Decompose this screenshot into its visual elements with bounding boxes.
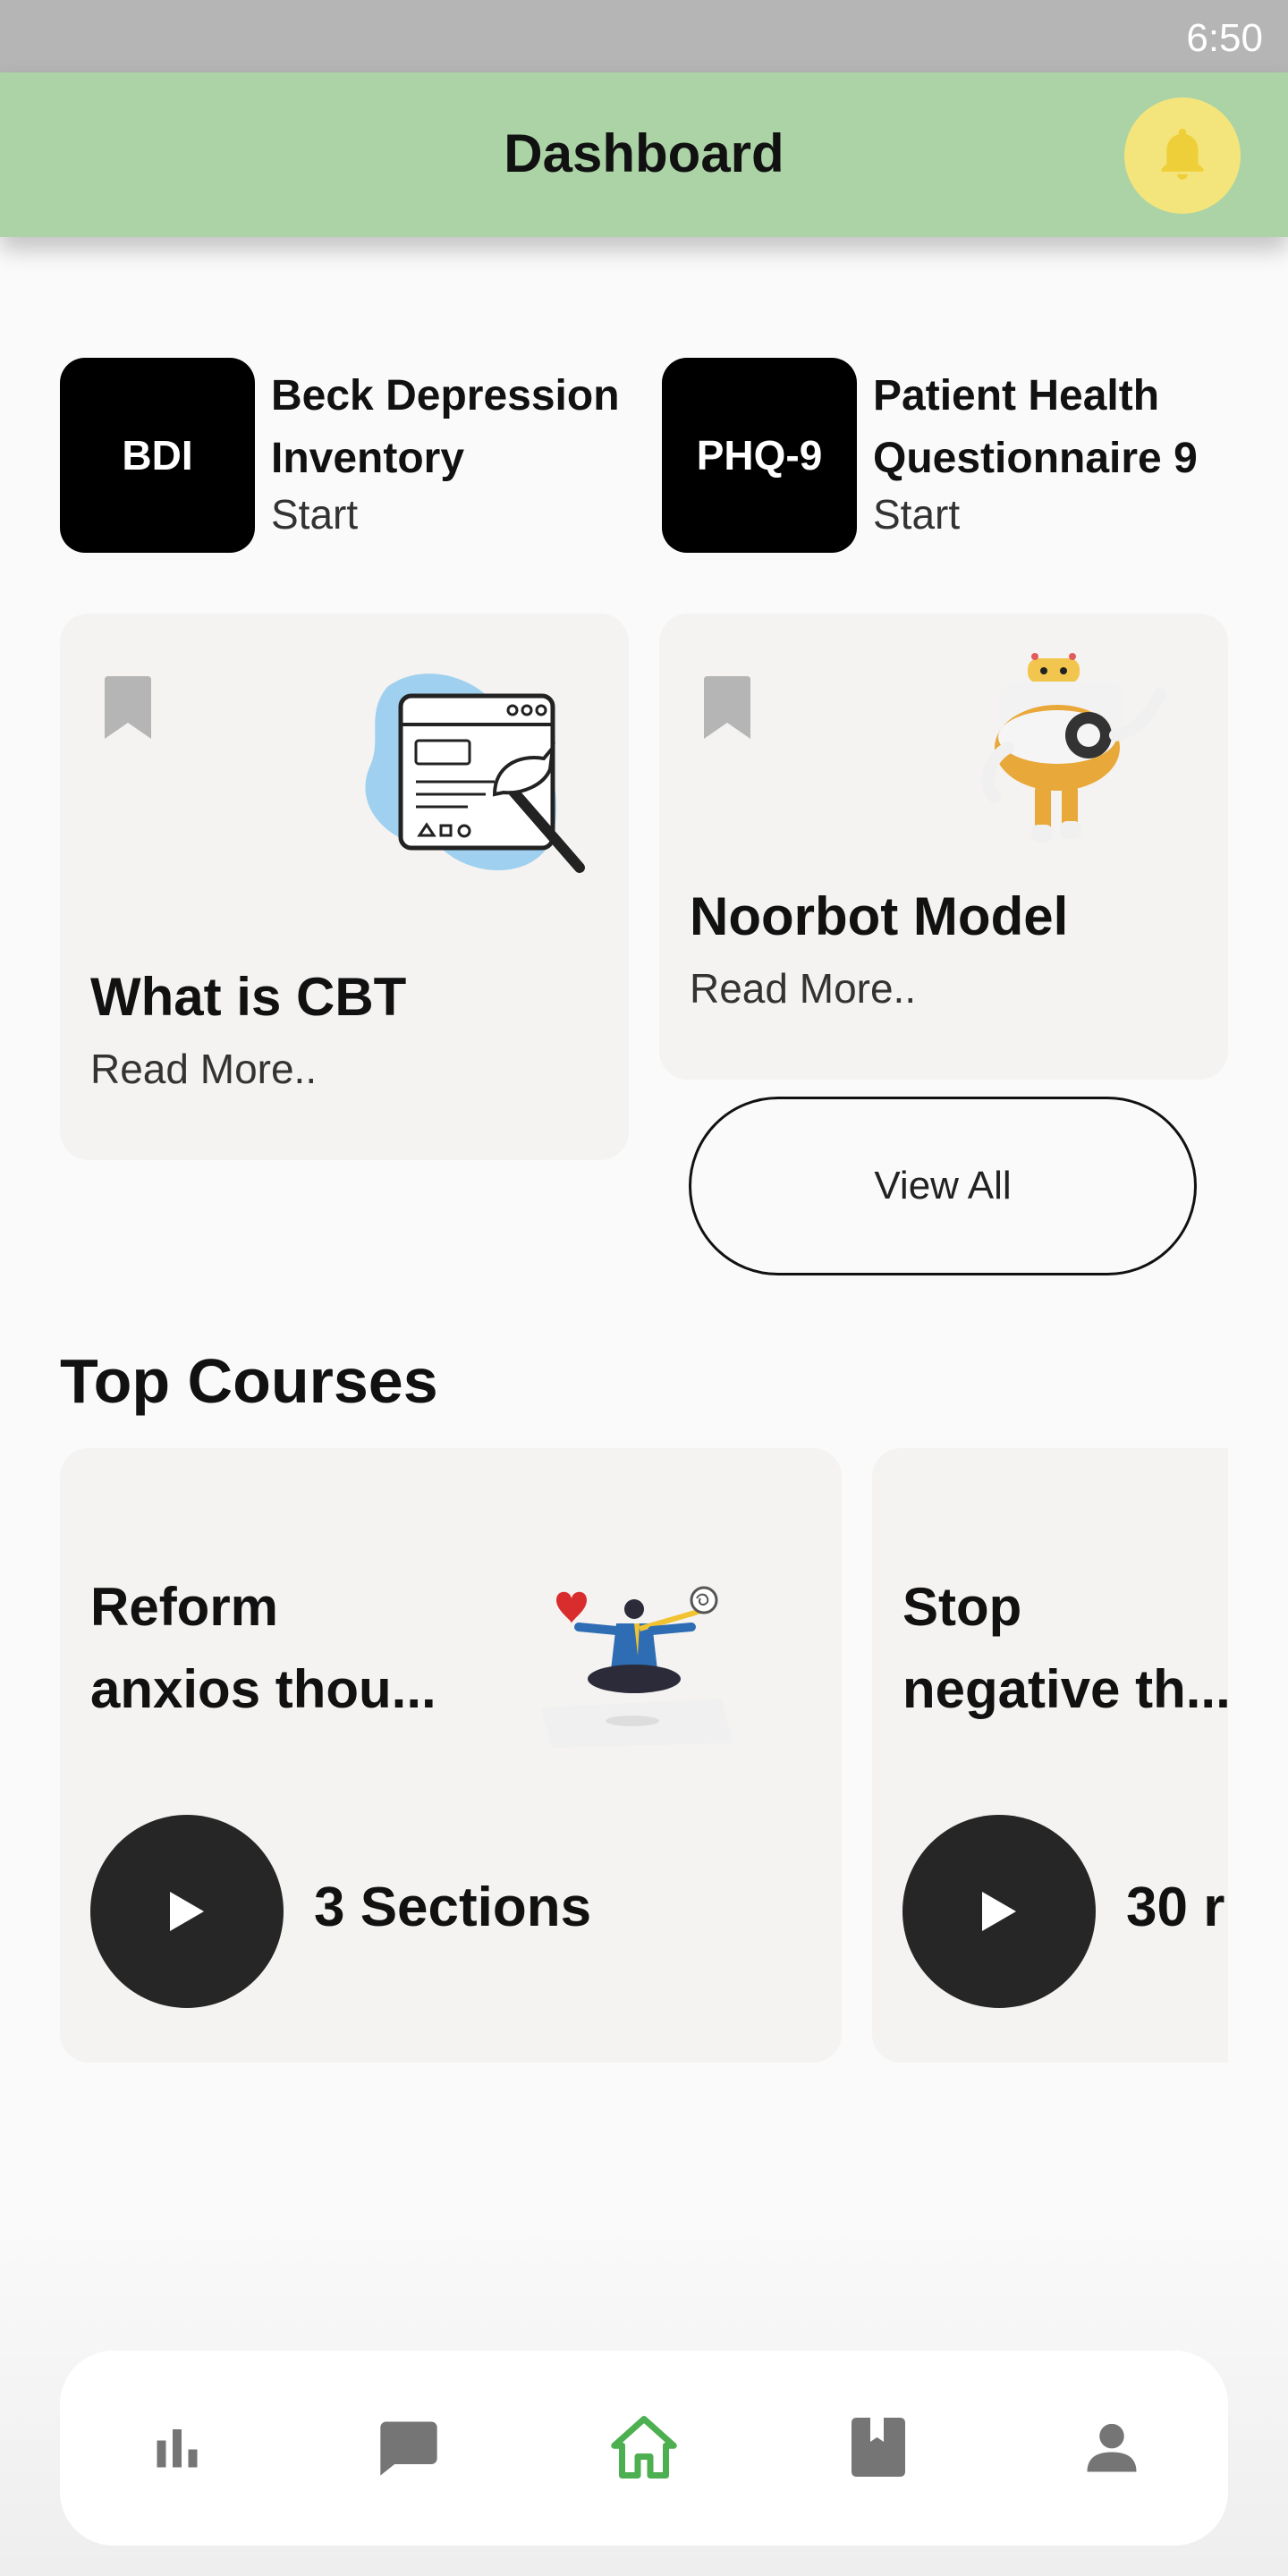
test-name: Patient Health Questionnaire 9 <box>873 365 1249 490</box>
test-name-line2: Questionnaire 9 <box>873 435 1198 482</box>
profile-icon <box>1087 2423 1137 2472</box>
course-sections-count: 3 Sections <box>314 1877 592 1938</box>
article-title: Noorbot Model <box>690 886 1069 946</box>
start-link[interactable]: Start <box>271 490 358 538</box>
bookmark-icon[interactable] <box>105 676 151 739</box>
nav-chat[interactable] <box>364 2402 453 2492</box>
bookmark-icon[interactable] <box>704 676 750 739</box>
course-title: Reform anxios thou... <box>90 1566 511 1731</box>
test-name-line1: Patient Health <box>873 372 1160 419</box>
view-all-button[interactable]: View All <box>689 1097 1197 1275</box>
start-link[interactable]: Start <box>873 490 960 538</box>
test-name: Beck Depression Inventory <box>271 365 647 490</box>
cbt-browser-illustration <box>365 674 585 873</box>
notifications-button[interactable] <box>1124 97 1241 214</box>
course-carousel[interactable]: Reform anxios thou... 3 Sections Stop ne… <box>60 1448 1228 2063</box>
meditation-illustration <box>541 1586 733 1748</box>
course-title: Stop negative th... <box>902 1566 1228 1731</box>
status-bar: 6:50 <box>0 0 1288 72</box>
nav-home[interactable] <box>599 2402 689 2492</box>
course-sections-count: 30 r <box>1126 1877 1225 1938</box>
test-name-line2: Inventory <box>271 435 465 482</box>
page-title: Dashboard <box>504 123 784 183</box>
article-title: What is CBT <box>90 967 407 1027</box>
read-more-link[interactable]: Read More.. <box>690 964 916 1013</box>
home-icon <box>611 2416 677 2479</box>
play-icon <box>982 1892 1016 1931</box>
test-name-line1: Beck Depression <box>271 372 620 419</box>
bottom-navigation <box>60 2351 1228 2546</box>
test-bdi[interactable]: BDI Beck Depression Inventory Start <box>60 358 632 555</box>
play-button[interactable] <box>902 1815 1096 2008</box>
read-more-link[interactable]: Read More.. <box>90 1045 317 1093</box>
phq9-tile[interactable]: PHQ-9 <box>662 358 857 553</box>
status-time: 6:50 <box>1186 16 1263 60</box>
test-phq9[interactable]: PHQ-9 Patient Health Questionnaire 9 Sta… <box>662 358 1252 555</box>
section-title-top-courses: Top Courses <box>60 1346 438 1416</box>
nav-profile[interactable] <box>1067 2402 1157 2492</box>
app-bar: Dashboard <box>0 72 1288 237</box>
chat-icon <box>380 2421 437 2476</box>
article-card-cbt[interactable]: What is CBT Read More.. <box>60 614 629 1160</box>
bell-icon <box>1161 128 1204 180</box>
bdi-tile[interactable]: BDI <box>60 358 255 553</box>
nav-stats[interactable] <box>132 2402 222 2492</box>
stats-icon <box>157 2429 198 2468</box>
course-title-line2: anxios thou... <box>90 1659 436 1719</box>
course-title-line1: Reform <box>90 1577 279 1637</box>
course-title-line1: Stop <box>902 1577 1022 1637</box>
play-button[interactable] <box>90 1815 284 2008</box>
course-title-line2: negative th... <box>902 1659 1228 1719</box>
robot-illustration <box>981 653 1166 843</box>
book-icon <box>852 2418 905 2477</box>
course-card[interactable]: Reform anxios thou... 3 Sections <box>60 1448 842 2063</box>
nav-library[interactable] <box>834 2402 923 2492</box>
article-card-noorbot[interactable]: Noorbot Model Read More.. <box>659 614 1228 1080</box>
play-icon <box>170 1892 204 1931</box>
course-card[interactable]: Stop negative th... 30 r <box>872 1448 1228 2063</box>
